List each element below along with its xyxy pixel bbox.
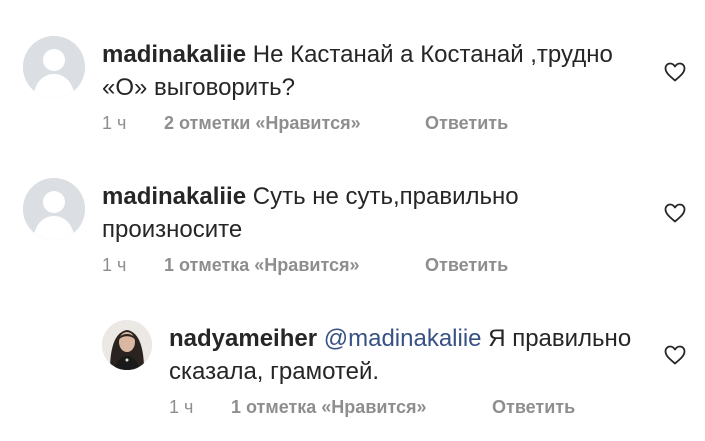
- comment-username[interactable]: nadyameiher: [169, 325, 317, 352]
- comment-time[interactable]: 1 ч: [102, 113, 164, 134]
- comment-body: nadyameiher @madinakaliie Я правильно ск…: [169, 322, 649, 388]
- reply-button[interactable]: Ответить: [425, 255, 508, 276]
- comment-username[interactable]: madinakaliie: [102, 41, 246, 68]
- comment-time[interactable]: 1 ч: [169, 397, 231, 418]
- likes-count-link[interactable]: 2 отметки «Нравится»: [164, 113, 425, 134]
- heart-icon[interactable]: [664, 62, 686, 82]
- comment-username[interactable]: madinakaliie: [102, 183, 246, 210]
- heart-icon[interactable]: [664, 345, 686, 365]
- comment-body: madinakaliie Не Кастанай а Костанай ,тру…: [102, 38, 642, 104]
- likes-count-link[interactable]: 1 отметка «Нравится»: [164, 255, 425, 276]
- comment-body: madinakaliie Суть не суть,правильно прои…: [102, 180, 572, 246]
- mention-link[interactable]: @madinakaliie: [324, 325, 482, 352]
- avatar-default[interactable]: [23, 36, 85, 98]
- reply-button[interactable]: Ответить: [492, 397, 575, 418]
- reply-button[interactable]: Ответить: [425, 113, 508, 134]
- avatar-profile-photo[interactable]: [102, 320, 152, 370]
- comment-time[interactable]: 1 ч: [102, 255, 164, 276]
- comment-meta: 1 ч2 отметки «Нравится» Ответить: [102, 113, 508, 134]
- avatar-default[interactable]: [23, 178, 85, 240]
- comment-meta: 1 ч1 отметка «Нравится» Ответить: [102, 255, 508, 276]
- likes-count-link[interactable]: 1 отметка «Нравится»: [231, 397, 492, 418]
- comment-meta: 1 ч1 отметка «Нравится» Ответить: [169, 397, 575, 418]
- heart-icon[interactable]: [664, 203, 686, 223]
